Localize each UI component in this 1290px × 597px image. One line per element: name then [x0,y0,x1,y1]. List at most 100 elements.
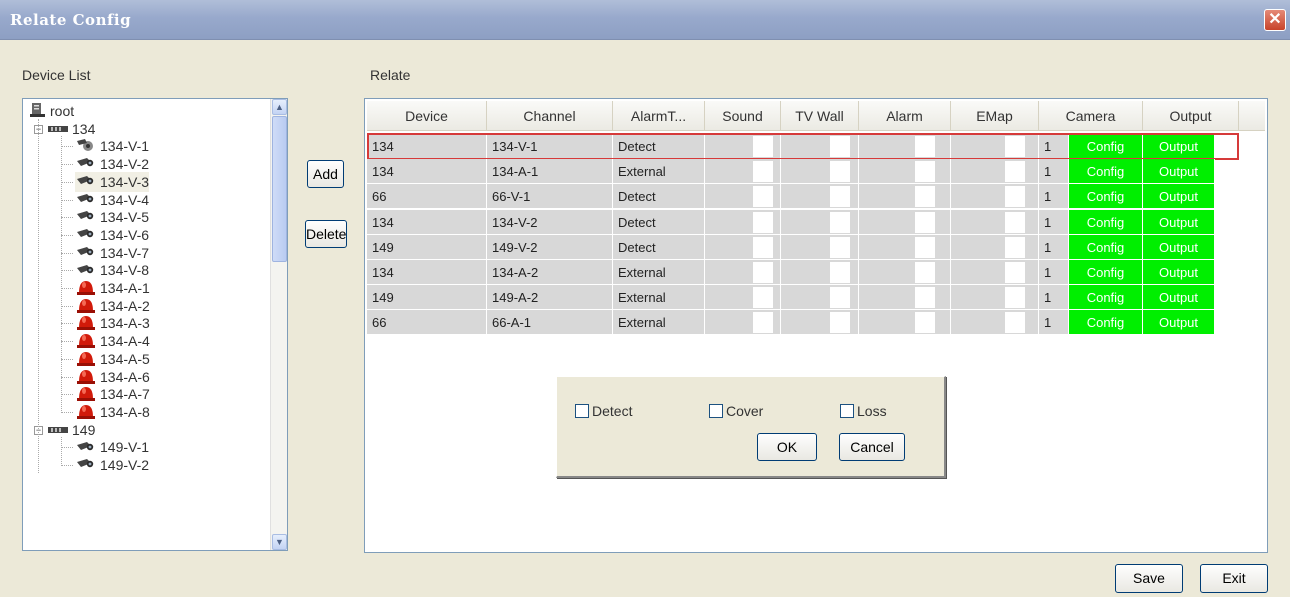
alarm-checkbox[interactable] [915,161,935,183]
tvwall-checkbox[interactable] [830,161,850,183]
cover-checkbox-box[interactable] [709,404,723,418]
detect-checkbox-box[interactable] [575,404,589,418]
tree-item-label: 134-A-5 [100,351,150,367]
alarm-checkbox[interactable] [915,287,935,309]
alarm-type-cell[interactable]: Detect [613,234,705,260]
exit-button[interactable]: Exit [1200,564,1268,593]
column-header-4[interactable]: TV Wall [781,101,859,130]
alarm-checkbox[interactable] [915,211,935,233]
output-button[interactable]: Output [1143,234,1215,260]
sound-checkbox[interactable] [753,287,773,309]
close-button[interactable]: ✕ [1264,9,1286,31]
column-header-2[interactable]: AlarmT... [613,101,705,130]
sound-checkbox[interactable] [753,211,773,233]
sound-checkbox[interactable] [753,161,773,183]
delete-button[interactable]: Delete [305,220,347,248]
alarm-type-cell[interactable]: Detect [613,209,705,235]
table-row[interactable]: 149 149-A-2 External 1 Config Output [367,285,1239,311]
emap-checkbox[interactable] [1005,236,1025,258]
config-button[interactable]: Config [1069,209,1143,235]
alarm-checkbox[interactable] [915,236,935,258]
device-tree[interactable]: root −134 134-V-1 134-V-2 134-V-3 134-V-4 134-… [22,98,288,551]
alarm-type-cell[interactable]: Detect [613,184,705,210]
sound-checkbox[interactable] [753,312,773,334]
config-button[interactable]: Config [1069,260,1143,285]
tvwall-checkbox[interactable] [830,312,850,334]
emap-checkbox[interactable] [1005,186,1025,208]
scroll-thumb[interactable] [272,116,287,262]
tvwall-checkbox[interactable] [830,211,850,233]
table-row[interactable]: 134 134-V-1 Detect 1 Config Output [367,134,1239,159]
column-header-5[interactable]: Alarm [859,101,951,130]
camera-icon [75,456,97,476]
alarm-type-cell[interactable]: External [613,285,705,311]
config-button[interactable]: Config [1069,134,1143,159]
cover-checkbox[interactable]: Cover [709,403,763,419]
tree-device-label: 149 [72,421,96,438]
ok-button[interactable]: OK [757,433,817,461]
output-button[interactable]: Output [1143,134,1215,159]
alarm-type-cell[interactable]: External [613,310,705,336]
relate-table[interactable]: Device Channel AlarmT... Sound TV Wall Alarm E… [364,98,1268,553]
table-row[interactable]: 134 134-V-2 Detect 1 Config Output [367,209,1239,235]
emap-checkbox[interactable] [1005,287,1025,309]
emap-checkbox[interactable] [1005,312,1025,334]
alarm-checkbox[interactable] [915,312,935,334]
alarm-checkbox[interactable] [915,136,935,157]
add-button[interactable]: Add [307,160,344,188]
loss-checkbox-box[interactable] [840,404,854,418]
column-header-1[interactable]: Channel [487,101,613,130]
output-button[interactable]: Output [1143,184,1215,210]
table-row[interactable]: 134 134-A-1 External 1 Config Output [367,159,1239,185]
alarm-checkbox[interactable] [915,262,935,283]
emap-checkbox[interactable] [1005,211,1025,233]
output-button[interactable]: Output [1143,285,1215,311]
channel-cell: 134-V-2 [487,209,613,235]
tree-scrollbar[interactable]: ▲ ▼ [270,99,287,550]
emap-cell [951,134,1039,159]
tree-item-149-v-2[interactable]: 149-V-2 [75,455,149,475]
alarm-type-cell[interactable]: Detect [613,134,705,159]
alarm-type-cell[interactable]: External [613,260,705,285]
alarm-checkbox[interactable] [915,186,935,208]
column-header-7[interactable]: Camera [1039,101,1143,130]
sound-checkbox[interactable] [753,262,773,283]
config-button[interactable]: Config [1069,310,1143,336]
column-header-8[interactable]: Output [1143,101,1239,130]
device-cell: 134 [367,260,487,285]
table-row[interactable]: 149 149-V-2 Detect 1 Config Output [367,234,1239,260]
emap-checkbox[interactable] [1005,136,1025,157]
output-button[interactable]: Output [1143,310,1215,336]
table-row[interactable]: 66 66-V-1 Detect 1 Config Output [367,184,1239,210]
config-button[interactable]: Config [1069,285,1143,311]
alarm-type-cell[interactable]: External [613,159,705,185]
column-header-0[interactable]: Device [367,101,487,130]
table-row[interactable]: 134 134-A-2 External 1 Config Output [367,260,1239,285]
output-button[interactable]: Output [1143,209,1215,235]
sound-checkbox[interactable] [753,136,773,157]
tvwall-checkbox[interactable] [830,186,850,208]
save-button[interactable]: Save [1115,564,1183,593]
emap-checkbox[interactable] [1005,161,1025,183]
config-button[interactable]: Config [1069,234,1143,260]
scroll-down-arrow-icon[interactable]: ▼ [272,534,287,550]
tvwall-checkbox[interactable] [830,262,850,283]
tvwall-checkbox[interactable] [830,136,850,157]
sound-checkbox[interactable] [753,186,773,208]
table-row[interactable]: 66 66-A-1 External 1 Config Output [367,310,1239,336]
loss-checkbox[interactable]: Loss [840,403,887,419]
output-button[interactable]: Output [1143,260,1215,285]
output-button[interactable]: Output [1143,159,1215,185]
column-header-6[interactable]: EMap [951,101,1039,130]
config-button[interactable]: Config [1069,159,1143,185]
scroll-up-arrow-icon[interactable]: ▲ [272,99,287,115]
tvwall-checkbox[interactable] [830,287,850,309]
emap-checkbox[interactable] [1005,262,1025,283]
sound-checkbox[interactable] [753,236,773,258]
cancel-button[interactable]: Cancel [839,433,905,461]
tvwall-checkbox[interactable] [830,236,850,258]
config-button[interactable]: Config [1069,184,1143,210]
detect-checkbox[interactable]: Detect [575,403,632,419]
column-header-3[interactable]: Sound [705,101,781,130]
alarm-cell [859,184,951,210]
